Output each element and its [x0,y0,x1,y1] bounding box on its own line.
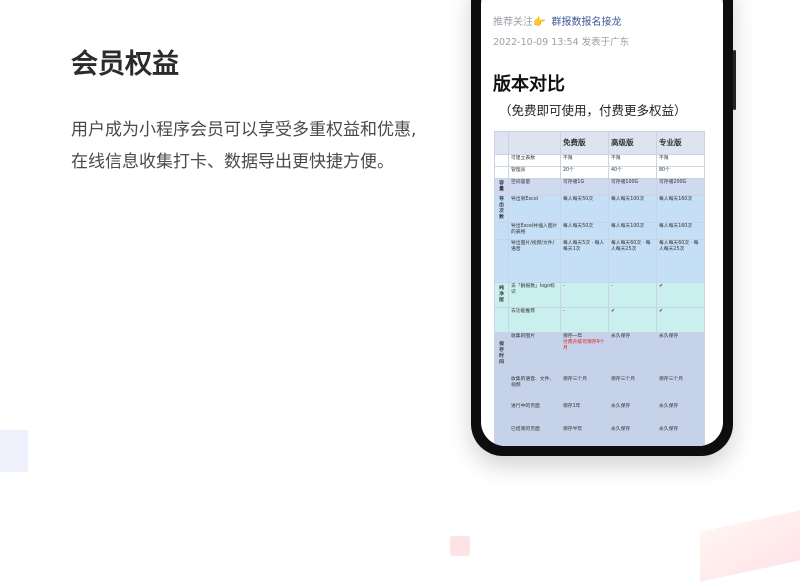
decorative-shape [700,508,800,582]
table-cell: 可建立表数 [508,154,561,167]
table-cell: 保存三个月 [656,375,705,403]
table-cell: 保存半年 [560,425,609,446]
phone-screen: 推荐关注👉 群报数报名接龙 2022-10-09 13:54 发表于广东 版本对比… [481,0,723,446]
table-category-cell [494,375,509,403]
table-cell: 每人每天100次 [608,195,657,223]
table-header-cell [494,131,509,155]
table-cell: 永久保存 [656,332,705,376]
table-cell: 每人每天160次 [656,222,705,240]
table-cell: 每人每天60次 · 每人每天25次 [608,239,657,283]
table-cell: 去功能推荐 [508,307,561,333]
article-meta: 2022-10-09 13:54 发表于广东 [493,37,630,48]
table-cell: 保存一年 付费升级可保存9个月 [560,332,609,376]
table-header-free: 免费版 [560,131,609,155]
table-category-cell [494,307,509,333]
table-cell: 导出图片/视频/文件/语音 [508,239,561,283]
table-cell: 可存储100G [608,178,657,196]
table-header-advanced: 高级版 [608,131,657,155]
version-comparison-table: 免费版 高级版 专业版 可建立表数 不限 不限 不限 管理员 20个 40个 80个 容量 空间容… [494,131,705,446]
group-name-link[interactable]: 群报数报名接龙 [551,17,621,28]
table-cell: 每人每天50次 [560,222,609,240]
table-cell: 永久保存 [608,402,657,426]
table-category-cell [494,154,509,167]
table-category-cell: 保存时间 [494,332,509,376]
table-category-cell: 容量 [494,178,509,196]
table-cell: 空间容量 [508,178,561,196]
table-cell: 永久保存 [608,332,657,376]
recommend-label: 推荐关注👉 [493,17,546,28]
table-cell: 80个 [656,166,705,179]
table-cell: 不限 [656,154,705,167]
table-row: 导出图片/视频/文件/语音 每人每天5次 · 每人每天1次 每人每天60次 · 每人… [494,239,705,283]
table-cell: 导出Excel并插入图片的表格 [508,222,561,240]
table-cell: 保存1年 [560,402,609,426]
table-cell: 管理员 [508,166,561,179]
phone-mockup: 推荐关注👉 群报数报名接龙 2022-10-09 13:54 发表于广东 版本对比… [471,0,736,456]
table-cell: 每人每天60次 · 每人每天25次 [656,239,705,283]
table-row: 去功能推荐 - ✔ ✔ [494,307,705,333]
table-cell: 永久保存 [656,402,705,426]
table-cell: 可存储200G [656,178,705,196]
decorative-block [0,430,28,472]
table-cell: ✔ [656,307,705,333]
table-cell: 去「群报数」logo标识 [508,282,561,308]
description-line-1: 用户成为小程序会员可以享受多重权益和优惠, [71,120,417,140]
table-cell: 收集的图片 [508,332,561,376]
table-note: 付费升级可保存9个月 [563,340,605,351]
article-recommend: 推荐关注👉 群报数报名接龙 [493,13,621,28]
table-header-cell [508,131,561,155]
table-row: 纯净版 去「群报数」logo标识 - - ✔ [494,282,705,308]
table-cell: 导出到Excel [508,195,561,223]
page-title: 会员权益 [71,49,179,80]
table-cell: 进行中的页面 [508,402,561,426]
table-header-row: 免费版 高级版 专业版 [494,131,705,155]
table-category-cell [494,166,509,179]
table-row: 可建立表数 不限 不限 不限 [494,154,705,167]
table-row: 导出Excel并插入图片的表格 每人每天50次 每人每天100次 每人每天160次 [494,222,705,240]
table-cell: 收集的语音、文件、视频 [508,375,561,403]
table-cell: - [560,307,609,333]
table-cell: 不限 [560,154,609,167]
table-cell: - [560,282,609,308]
table-cell: ✔ [656,282,705,308]
article-heading: 版本对比 [493,74,565,95]
table-category-cell [494,239,509,283]
decorative-square [450,536,470,556]
table-cell: 20个 [560,166,609,179]
table-row: 进行中的页面 保存1年 永久保存 永久保存 [494,402,705,426]
page-description: 用户成为小程序会员可以享受多重权益和优惠, 在线信息收集打卡、数据导出更快捷方便… [71,114,416,178]
table-cell: 保存三个月 [560,375,609,403]
table-cell: 保存三个月 [608,375,657,403]
article-subheading: （免费即可使用，付费更多权益） [499,103,687,118]
table-row: 导出次数 导出到Excel 每人每天50次 每人每天100次 每人每天160次 [494,195,705,223]
table-row: 收集的语音、文件、视频 保存三个月 保存三个月 保存三个月 [494,375,705,403]
table-cell: 可存储1G [560,178,609,196]
table-cell: - [608,282,657,308]
table-cell: 每人每天50次 [560,195,609,223]
table-row: 保存时间 收集的图片 保存一年 付费升级可保存9个月 永久保存 永久保存 [494,332,705,376]
table-category-cell: 导出次数 [494,195,509,223]
table-header-pro: 专业版 [656,131,705,155]
description-line-2: 在线信息收集打卡、数据导出更快捷方便。 [71,152,394,172]
table-cell: ✔ [608,307,657,333]
table-cell: 已结束的页面 [508,425,561,446]
table-category-cell [494,222,509,240]
table-cell: 每人每天5次 · 每人每天1次 [560,239,609,283]
table-row: 已结束的页面 保存半年 永久保存 永久保存 [494,425,705,446]
table-category-cell [494,402,509,426]
table-cell: 每人每天100次 [608,222,657,240]
table-cell: 不限 [608,154,657,167]
table-cell: 每人每天160次 [656,195,705,223]
table-category-cell [494,425,509,446]
table-cell: 永久保存 [656,425,705,446]
phone-side-button [733,50,736,110]
table-cell: 40个 [608,166,657,179]
table-cell: 永久保存 [608,425,657,446]
table-row: 管理员 20个 40个 80个 [494,166,705,179]
table-row: 容量 空间容量 可存储1G 可存储100G 可存储200G [494,178,705,196]
table-category-cell: 纯净版 [494,282,509,308]
